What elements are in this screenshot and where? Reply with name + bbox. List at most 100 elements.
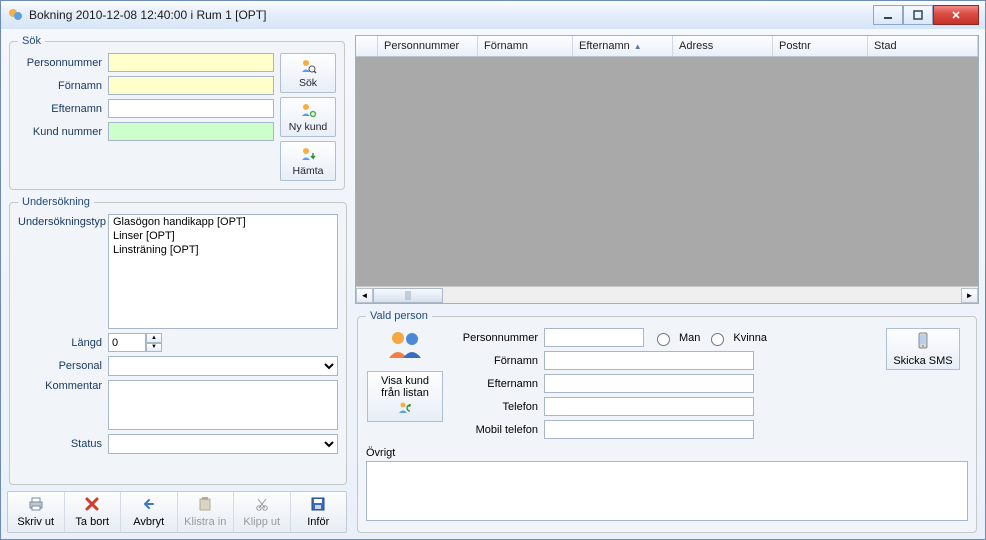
ovrigt-label: Övrigt — [366, 447, 968, 459]
spin-down[interactable]: ▼ — [146, 343, 162, 353]
sok-legend: Sök — [18, 35, 45, 47]
infor-label: Inför — [307, 516, 329, 528]
kundnummer-input[interactable] — [108, 122, 274, 141]
visa-line2: från listan — [370, 387, 440, 399]
window-body: Sök Personnummer Förnamn Efternamn — [1, 29, 985, 539]
personnummer-input[interactable] — [108, 53, 274, 72]
maximize-button[interactable] — [903, 5, 933, 25]
left-column: Sök Personnummer Förnamn Efternamn — [7, 35, 347, 533]
v-telefon-input[interactable] — [544, 397, 754, 416]
list-item[interactable]: Linser [OPT] — [109, 229, 337, 243]
klistrain-button[interactable]: Klistra in — [178, 492, 235, 532]
personnummer-label: Personnummer — [18, 57, 108, 69]
efternamn-input[interactable] — [108, 99, 274, 118]
fetch-user-icon — [299, 145, 317, 163]
close-button[interactable] — [933, 5, 979, 25]
infor-button[interactable]: Inför — [291, 492, 347, 532]
fornamn-input[interactable] — [108, 76, 274, 95]
status-label: Status — [18, 438, 108, 450]
v-mobil-label: Mobil telefon — [454, 424, 544, 436]
ovrigt-textarea[interactable] — [366, 461, 968, 521]
col-efternamn-label: Efternamn — [579, 40, 630, 52]
vald-person-group: Vald person Visa kund från listan — [357, 310, 977, 533]
sms-label: Skicka SMS — [893, 355, 952, 367]
col-adress[interactable]: Adress — [673, 36, 773, 56]
undersokningstyp-list[interactable]: Glasögon handikapp [OPT] Linser [OPT] Li… — [108, 214, 338, 329]
tabort-button[interactable]: Ta bort — [65, 492, 122, 532]
col-stad[interactable]: Stad — [868, 36, 978, 56]
sok-buttons: Sök Ny kund Hämta — [280, 53, 336, 181]
v-efternamn-input[interactable] — [544, 374, 754, 393]
skicka-sms-button[interactable]: Skicka SMS — [886, 328, 960, 370]
fornamn-label: Förnamn — [18, 80, 108, 92]
tabort-label: Ta bort — [75, 516, 109, 528]
list-item[interactable]: Glasögon handikapp [OPT] — [109, 215, 337, 229]
visa-kund-button[interactable]: Visa kund från listan — [367, 371, 443, 422]
cut-icon — [254, 496, 270, 514]
v-personnummer-input[interactable] — [544, 328, 644, 347]
col-postnr[interactable]: Postnr — [773, 36, 868, 56]
col-personnummer[interactable]: Personnummer — [378, 36, 478, 56]
kommentar-label: Kommentar — [18, 380, 108, 392]
nykund-button-label: Ny kund — [289, 121, 328, 133]
people-icon — [384, 328, 426, 367]
back-icon — [141, 496, 157, 514]
skrivut-label: Skriv ut — [17, 516, 54, 528]
scroll-track[interactable] — [373, 288, 961, 303]
minimize-button[interactable] — [873, 5, 903, 25]
table-header: Personnummer Förnamn Efternamn ▲ Adress … — [356, 36, 978, 57]
klipput-label: Klipp ut — [243, 516, 280, 528]
vald-form: Personnummer Man Kvinna Förnamn — [454, 328, 868, 443]
visa-line1: Visa kund — [370, 375, 440, 387]
typ-label: Undersökningstyp — [18, 214, 108, 228]
man-radio[interactable] — [657, 333, 670, 346]
booking-window: Bokning 2010-12-08 12:40:00 i Rum 1 [OPT… — [0, 0, 986, 540]
vald-legend: Vald person — [366, 310, 432, 322]
col-efternamn[interactable]: Efternamn ▲ — [573, 36, 673, 56]
langd-spinner[interactable]: ▲▼ — [108, 333, 162, 352]
sok-button[interactable]: Sök — [280, 53, 336, 93]
undersokning-group: Undersökning Undersökningstyp Glasögon h… — [9, 196, 347, 485]
kvinna-radio[interactable] — [711, 333, 724, 346]
list-item[interactable]: Linsträning [OPT] — [109, 243, 337, 257]
titlebar: Bokning 2010-12-08 12:40:00 i Rum 1 [OPT… — [1, 1, 985, 29]
table-body[interactable] — [356, 57, 978, 286]
scroll-right-arrow[interactable]: ► — [961, 288, 978, 303]
add-user-icon — [299, 101, 317, 119]
skrivut-button[interactable]: Skriv ut — [8, 492, 65, 532]
v-mobil-input[interactable] — [544, 420, 754, 439]
man-label: Man — [679, 332, 700, 344]
action-toolbar: Skriv ut Ta bort Avbryt Klistra in Klipp… — [7, 491, 347, 533]
table-check-column[interactable] — [356, 36, 378, 56]
scroll-left-arrow[interactable]: ◄ — [356, 288, 373, 303]
scroll-thumb[interactable] — [373, 288, 443, 303]
hamta-button[interactable]: Hämta — [280, 141, 336, 181]
kvinna-label: Kvinna — [733, 332, 767, 344]
personal-select[interactable] — [108, 356, 338, 376]
status-select[interactable] — [108, 434, 338, 454]
save-icon — [310, 496, 326, 514]
klistrain-label: Klistra in — [184, 516, 226, 528]
spin-up[interactable]: ▲ — [146, 333, 162, 343]
efternamn-label: Efternamn — [18, 103, 108, 115]
vald-left: Visa kund från listan — [366, 328, 444, 443]
v-fornamn-input[interactable] — [544, 351, 754, 370]
kommentar-textarea[interactable] — [108, 380, 338, 430]
paste-icon — [197, 496, 213, 514]
horizontal-scrollbar[interactable]: ◄ ► — [356, 286, 978, 303]
search-user-icon — [299, 57, 317, 75]
results-table[interactable]: Personnummer Förnamn Efternamn ▲ Adress … — [355, 35, 979, 304]
langd-input[interactable] — [108, 333, 146, 352]
col-fornamn[interactable]: Förnamn — [478, 36, 573, 56]
print-icon — [27, 496, 45, 514]
klipput-button[interactable]: Klipp ut — [234, 492, 291, 532]
v-fornamn-label: Förnamn — [454, 355, 544, 367]
sok-group: Sök Personnummer Förnamn Efternamn — [9, 35, 345, 190]
personal-label: Personal — [18, 360, 108, 372]
right-column: Personnummer Förnamn Efternamn ▲ Adress … — [355, 35, 979, 533]
avbryt-button[interactable]: Avbryt — [121, 492, 178, 532]
v-personnummer-label: Personnummer — [454, 332, 544, 344]
avbryt-label: Avbryt — [133, 516, 164, 528]
nykund-button[interactable]: Ny kund — [280, 97, 336, 137]
sok-form: Personnummer Förnamn Efternamn Kund — [18, 53, 274, 181]
